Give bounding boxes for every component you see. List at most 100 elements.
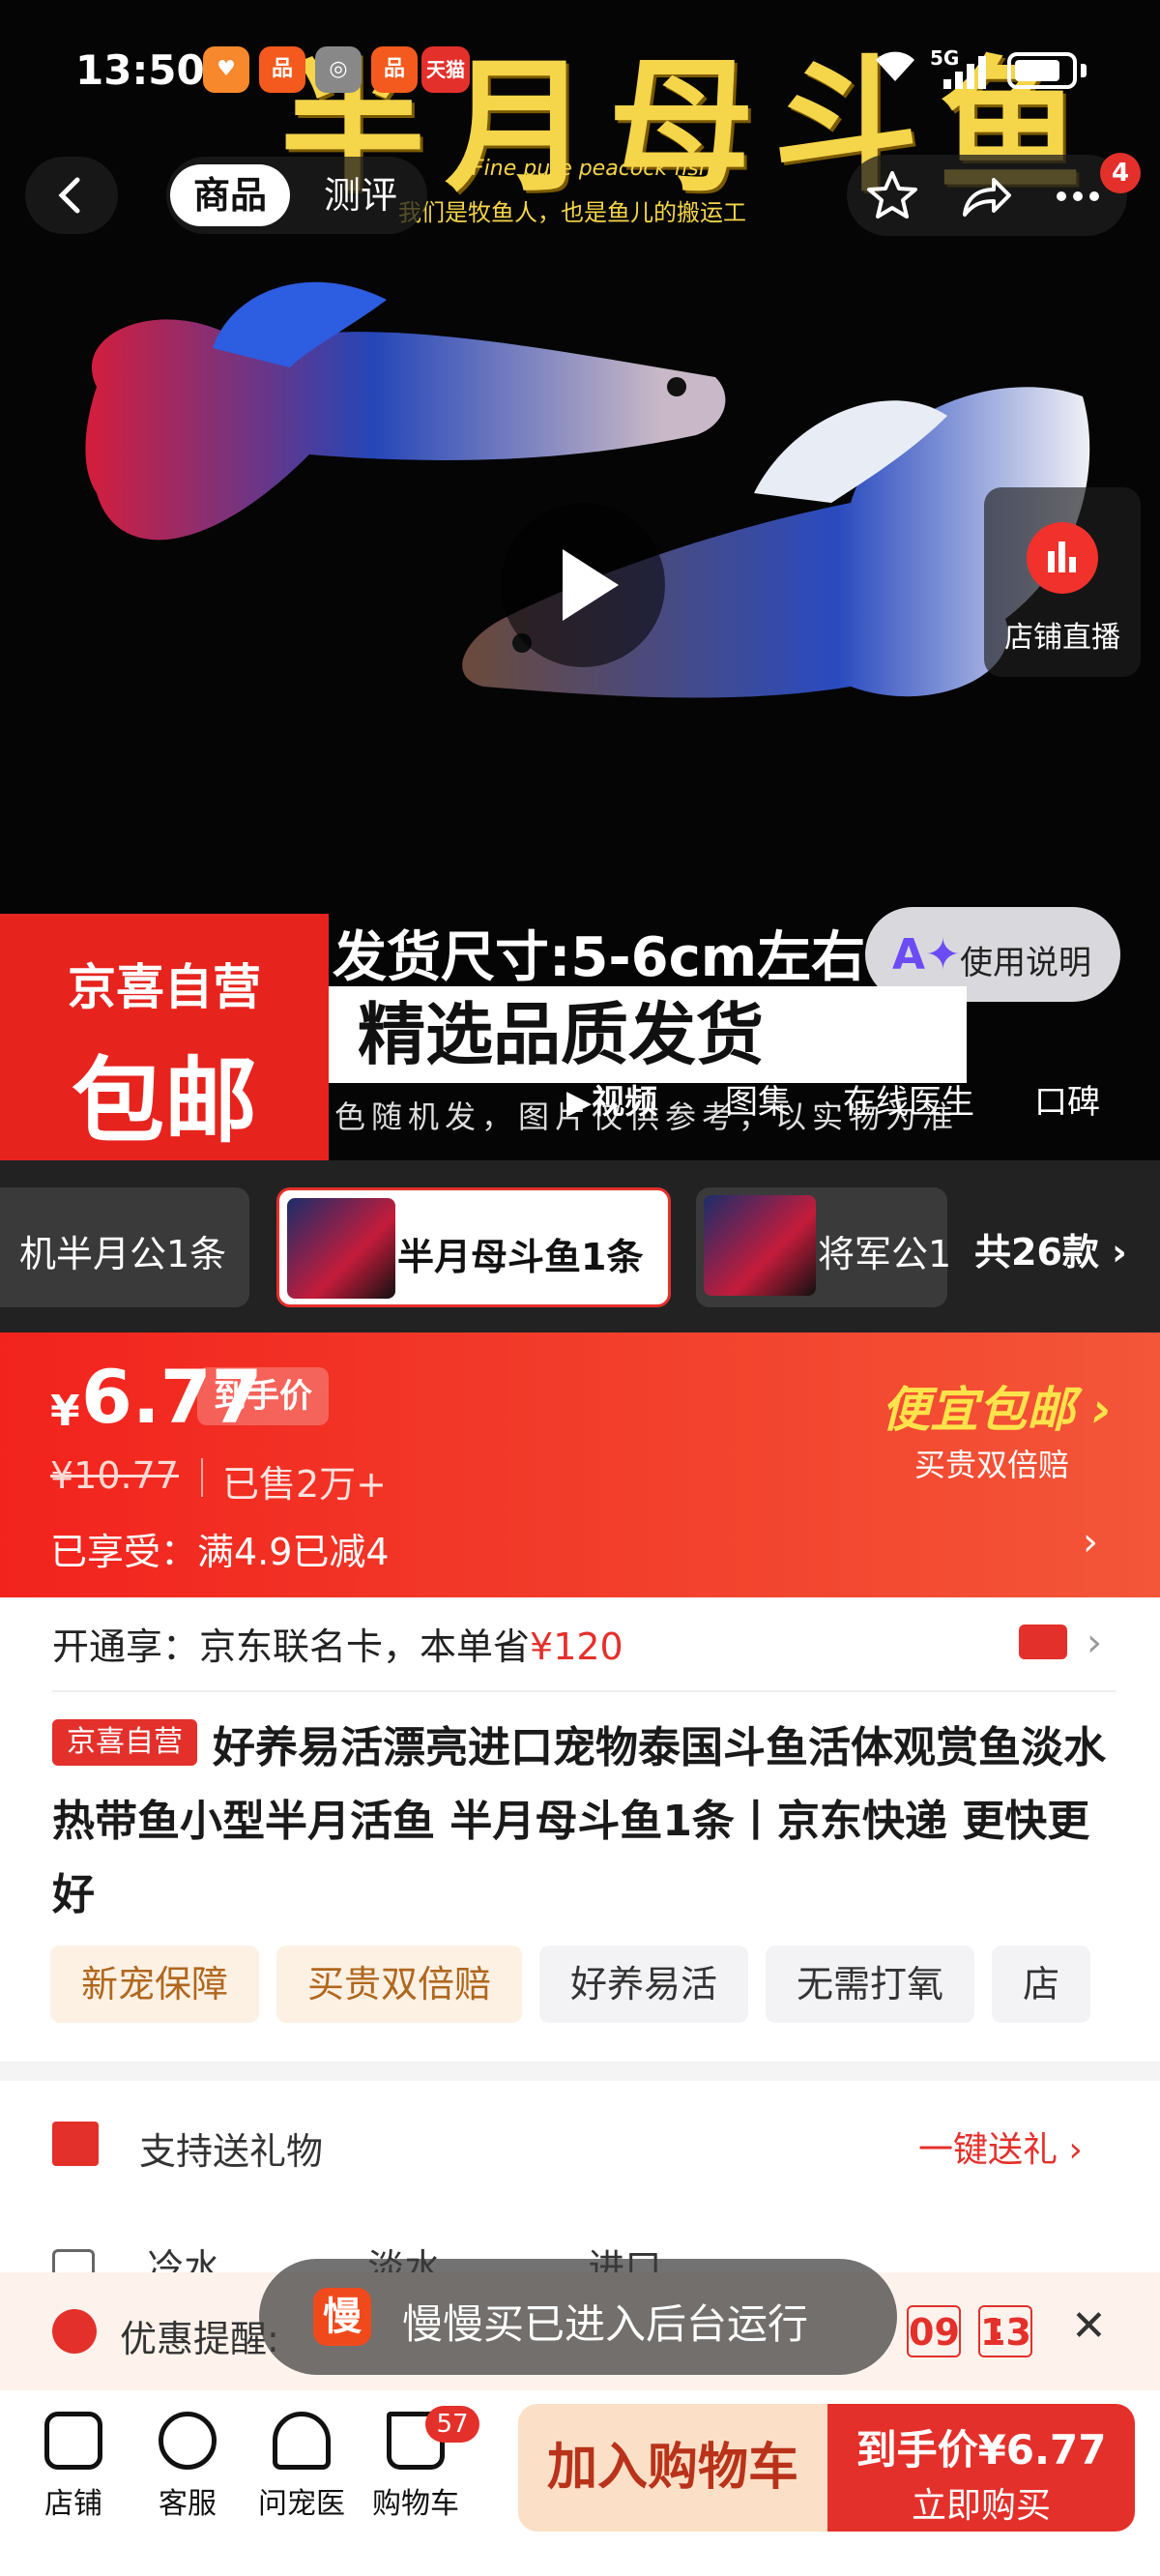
- co-brand-card-offer[interactable]: 开通享：京东联名卡，本单省¥120: [52, 1617, 624, 1670]
- status-time: 13:50: [75, 46, 205, 94]
- media-tab-video-label: 视频: [592, 1083, 658, 1122]
- product-title: 好养易活漂亮进口宠物泰国斗鱼活体观赏鱼淡水热带鱼小型半月活鱼 半月母斗鱼1条丨京…: [52, 1723, 1106, 1919]
- buy-now-label: 立即购买: [911, 2486, 1051, 2526]
- buy-now-price: 到手价¥6.77: [856, 2426, 1107, 2474]
- variant-label: 机半月公1条: [19, 1233, 227, 1275]
- background-run-toast: 慢 慢慢买已进入后台运行: [259, 2259, 897, 2375]
- cheap-shipping-promo[interactable]: 便宜包邮 ›: [882, 1371, 1112, 1441]
- chip-easy-care[interactable]: 好养易活: [539, 1946, 749, 2023]
- more-icon[interactable]: [1050, 168, 1106, 224]
- chip-store[interactable]: 店: [992, 1946, 1091, 2023]
- clock-icon: [52, 2309, 97, 2354]
- gift-label: 支持送礼物: [139, 2130, 324, 2173]
- card-offer-text: 开通享：京东联名卡，本单省: [52, 1625, 531, 1668]
- chevron-right-icon[interactable]: ›: [1087, 1621, 1102, 1665]
- gift-section[interactable]: 支持送礼物 一键送礼 › 冷水 淡水 进口: [0, 2081, 1160, 2292]
- pet-doctor-button[interactable]: 问宠医: [253, 2412, 350, 2522]
- signal-icon: [942, 52, 992, 102]
- media-tabs: ▶视频 图集 在线医生 口碑: [566, 1075, 1117, 1122]
- wifi-icon: [870, 46, 920, 94]
- final-price-tag: 到手价: [197, 1367, 329, 1425]
- variant-label: 将军公1: [818, 1233, 952, 1275]
- product-info: 开通享：京东联名卡，本单省¥120 › 京喜自营 好养易活漂亮进口宠物泰国斗鱼活…: [0, 1597, 1160, 2062]
- status-bar: 13:50 ♥ 品 ◎ 品 天猫 5G: [0, 39, 1160, 106]
- share-icon[interactable]: [957, 168, 1013, 224]
- cart-label: 购物车: [372, 2487, 459, 2521]
- cart-count-badge: 57: [425, 2406, 479, 2443]
- price-banner: ¥ 6.77 到手价 ¥10.77 已售2万+ 已享受：满4.9已减4 › 便宜…: [0, 1332, 1160, 1597]
- buy-now-button[interactable]: 到手价¥6.77 立即购买: [827, 2404, 1135, 2532]
- currency-symbol: ¥: [50, 1387, 80, 1436]
- variant-option[interactable]: 将军公1: [696, 1187, 951, 1307]
- chip-new-pet-guarantee[interactable]: 新宠保障: [50, 1946, 260, 2023]
- product-media-gallery[interactable]: 半月母斗鱼 Fine pure peacock fish 我们是牧鱼人，也是鱼儿…: [0, 0, 1160, 1160]
- countdown-seconds: 13: [978, 2305, 1032, 2357]
- self-operated-text: 京喜自营: [68, 959, 261, 1015]
- credit-card-icon: [1019, 1625, 1067, 1659]
- quality-banner: 精选品质发货: [329, 986, 967, 1083]
- media-tab-doctor[interactable]: 在线医生: [843, 1075, 974, 1123]
- battery-tip: [1081, 64, 1087, 77]
- customer-service-button[interactable]: 客服: [139, 2412, 236, 2522]
- usage-label: 使用说明: [960, 944, 1091, 982]
- self-operated-banner: 京喜自营 包邮: [0, 914, 329, 1160]
- store-live-button[interactable]: 店铺直播: [984, 487, 1141, 677]
- service-chips: 新宠保障 买贵双倍赔 好养易活 无需打氧店: [50, 1946, 1160, 2027]
- reminder-label: 优惠提醒:: [120, 2318, 279, 2360]
- chevron-left-icon: [58, 177, 80, 214]
- applied-discount[interactable]: 已享受：满4.9已减4: [50, 1522, 390, 1575]
- notification-app-icon: ♥: [203, 46, 249, 93]
- media-tab-gallery[interactable]: 图集: [725, 1075, 791, 1123]
- back-button[interactable]: [25, 157, 118, 234]
- add-to-cart-button[interactable]: 加入购物车: [518, 2404, 827, 2532]
- ship-size-text: 发货尺寸:5-6cm左右: [333, 926, 866, 989]
- chip-price-guarantee[interactable]: 买贵双倍赔: [276, 1946, 523, 2023]
- sold-count: 已售2万+: [222, 1463, 388, 1506]
- top-actions: [847, 155, 1127, 236]
- card-offer-amount: ¥120: [530, 1625, 624, 1668]
- chevron-right-icon[interactable]: ›: [1083, 1520, 1098, 1565]
- tab-review[interactable]: 测评: [307, 164, 414, 226]
- variant-thumbnail: [704, 1195, 816, 1296]
- star-icon[interactable]: [864, 168, 920, 224]
- play-video-button[interactable]: [501, 503, 665, 667]
- chip-no-oxygen[interactable]: 无需打氧: [766, 1946, 975, 2023]
- live-label: 店铺直播: [1004, 621, 1120, 655]
- manmanmai-app-icon: 慢: [313, 2288, 371, 2346]
- send-gift-link[interactable]: 一键送礼 ›: [918, 2122, 1083, 2172]
- free-shipping-text: 包邮: [72, 1047, 257, 1156]
- logo-tagline: 我们是牧鱼人，也是鱼儿的搬运工: [398, 199, 746, 226]
- countdown-minutes: 09: [907, 2305, 961, 2357]
- live-icon: [1027, 522, 1098, 594]
- chevron-right-icon: ›: [1112, 1231, 1127, 1273]
- customer-service-icon: [159, 2412, 217, 2470]
- battery-icon: [1007, 52, 1077, 89]
- media-tab-video[interactable]: ▶视频: [566, 1075, 657, 1123]
- logo-subtitle: Fine pure peacock fish: [472, 157, 712, 181]
- bottom-action-bar: 店铺 客服 问宠医 购物车 57 加入购物车 到手价¥6.77 立即购买: [0, 2390, 1160, 2576]
- variant-selector: 机半月公1条 半月母斗鱼1条 将军公1 共26款 ›: [0, 1160, 1160, 1332]
- close-icon[interactable]: ✕: [1071, 2301, 1107, 2351]
- variant-count: 共26款: [974, 1231, 1099, 1273]
- variant-label: 半月母斗鱼1条: [397, 1236, 644, 1278]
- store-label: 店铺: [44, 2487, 102, 2521]
- message-count-badge: 4: [1100, 153, 1141, 193]
- notification-app-icon: 品: [259, 46, 305, 93]
- price-guarantee-text: 买贵双倍赔: [914, 1447, 1070, 1483]
- send-gift-label: 一键送礼: [918, 2130, 1058, 2170]
- store-icon: [44, 2412, 102, 2470]
- notification-app-icon: 品: [371, 46, 418, 93]
- tab-product[interactable]: 商品: [170, 164, 290, 226]
- variant-option-selected[interactable]: 半月母斗鱼1条: [276, 1187, 671, 1307]
- original-price: ¥10.77: [50, 1454, 179, 1497]
- ai-icon: A✦: [892, 930, 961, 980]
- toast-text: 慢慢买已进入后台运行: [402, 2300, 809, 2348]
- tmall-badge: 天猫: [421, 46, 470, 93]
- all-variants-link[interactable]: 共26款 ›: [974, 1222, 1127, 1275]
- variant-option[interactable]: 机半月公1条: [0, 1187, 249, 1307]
- divider: [201, 1458, 203, 1497]
- store-button[interactable]: 店铺: [25, 2412, 122, 2522]
- top-tabs: 商品 测评: [166, 157, 427, 234]
- media-tab-reviews[interactable]: 口碑: [1034, 1075, 1100, 1123]
- variant-thumbnail: [287, 1198, 395, 1299]
